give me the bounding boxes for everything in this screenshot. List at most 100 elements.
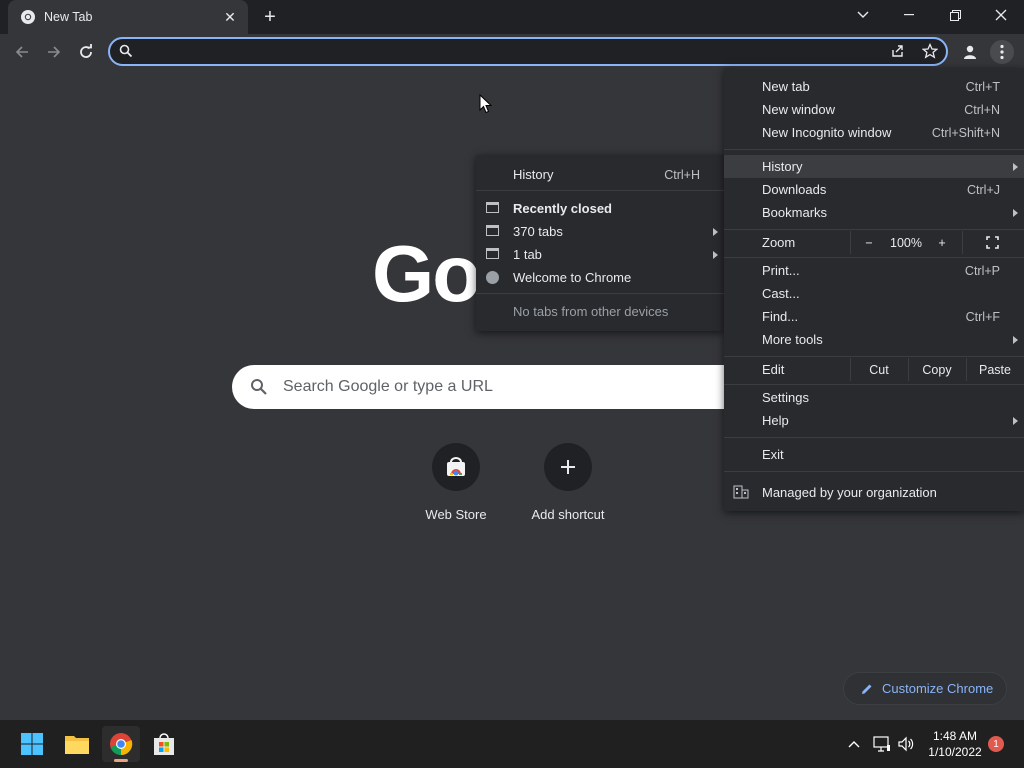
menu-item-bookmarks[interactable]: Bookmarks <box>724 201 1024 224</box>
submenu-arrow-icon <box>1013 416 1018 425</box>
minimize-icon <box>904 14 914 16</box>
menu-separator <box>724 437 1024 438</box>
menu-separator <box>476 293 724 294</box>
minimize-button[interactable] <box>886 0 932 30</box>
history-item-welcome[interactable]: Welcome to Chrome <box>476 266 724 289</box>
menu-separator <box>724 356 1024 357</box>
menu-item-find[interactable]: Find... Ctrl+F <box>724 305 1024 328</box>
show-hidden-icons-button[interactable] <box>844 720 864 768</box>
history-recently-closed-header: Recently closed <box>476 197 724 220</box>
profile-icon <box>964 45 976 59</box>
menu-item-managed[interactable]: Managed by your organization <box>724 481 1024 504</box>
windows-taskbar: 1:48 AM 1/10/2022 <box>0 720 1024 768</box>
restore-icon <box>949 9 961 21</box>
reload-icon <box>80 44 92 58</box>
menu-item-new-window[interactable]: New window Ctrl+N <box>724 98 1024 121</box>
menu-item-cast[interactable]: Cast... <box>724 282 1024 305</box>
restore-button[interactable] <box>932 0 978 30</box>
menu-item-settings[interactable]: Settings <box>724 386 1024 409</box>
reload-button[interactable] <box>74 40 98 64</box>
menu-separator <box>724 384 1024 385</box>
web-store-icon <box>432 443 480 491</box>
network-icon[interactable] <box>872 720 892 768</box>
customize-label: Customize Chrome <box>882 681 994 696</box>
pencil-icon <box>862 684 872 694</box>
menu-item-new-tab[interactable]: New tab Ctrl+T <box>724 75 1024 98</box>
toolbar <box>0 34 1024 70</box>
active-indicator <box>114 759 128 762</box>
tab-search-button[interactable] <box>840 0 886 30</box>
clock-time: 1:48 AM <box>932 729 978 743</box>
window-icon <box>486 248 499 259</box>
store-icon <box>154 733 174 755</box>
zoom-in-button[interactable]: + <box>930 231 954 254</box>
forward-button[interactable] <box>42 40 66 64</box>
submenu-arrow-icon <box>713 227 718 236</box>
history-item-370-tabs[interactable]: 370 tabs <box>476 220 724 243</box>
shortcut-web-store[interactable]: Web Store <box>406 443 506 522</box>
chrome-icon <box>20 9 36 25</box>
mouse-cursor-icon <box>479 93 493 117</box>
cut-button[interactable]: Cut <box>851 358 907 381</box>
clock-date: 1/10/2022 <box>928 745 982 759</box>
menu-item-exit[interactable]: Exit <box>724 443 1024 466</box>
new-tab-button[interactable]: + <box>258 5 282 29</box>
history-item-1-tab[interactable]: 1 tab <box>476 243 724 266</box>
history-item-history[interactable]: History Ctrl+H <box>476 163 724 186</box>
taskbar-clock[interactable]: 1:48 AM 1/10/2022 <box>920 728 990 760</box>
menu-separator <box>724 257 1024 258</box>
taskbar-file-explorer[interactable] <box>58 726 96 762</box>
menu-item-history[interactable]: History <box>724 155 1024 178</box>
search-icon <box>250 378 268 399</box>
address-bar[interactable] <box>108 37 948 66</box>
taskbar-chrome[interactable] <box>102 726 140 762</box>
history-no-tabs-other-devices: No tabs from other devices <box>513 304 669 319</box>
tab-new-tab[interactable]: New Tab ✕ <box>8 0 248 34</box>
shortcut-label: Web Store <box>425 507 487 522</box>
window-icon <box>486 225 499 236</box>
submenu-arrow-icon <box>1013 335 1018 344</box>
search-icon <box>119 44 133 61</box>
taskbar-microsoft-store[interactable] <box>145 726 183 762</box>
chevron-up-icon <box>848 741 860 748</box>
menu-separator <box>724 229 1024 230</box>
zoom-out-button[interactable]: − <box>856 231 882 254</box>
tab-title: New Tab <box>44 10 93 24</box>
folder-icon <box>65 736 89 754</box>
bookmark-star-icon[interactable] <box>921 42 939 62</box>
volume-icon[interactable] <box>896 720 916 768</box>
chrome-menu-button[interactable] <box>990 40 1014 64</box>
google-logo: Go <box>372 229 481 318</box>
chevron-down-icon <box>857 11 869 18</box>
close-window-button[interactable] <box>978 0 1024 30</box>
shortcut-add[interactable]: Add shortcut <box>518 443 618 522</box>
forward-arrow-icon <box>48 46 61 58</box>
notification-badge[interactable]: 1 <box>988 736 1004 752</box>
copy-button[interactable]: Copy <box>909 358 965 381</box>
submenu-arrow-icon <box>1013 162 1018 171</box>
history-submenu: History Ctrl+H Recently closed 370 tabs … <box>476 155 724 331</box>
menu-item-print[interactable]: Print... Ctrl+P <box>724 259 1024 282</box>
title-bar: New Tab ✕ + <box>0 0 1024 34</box>
close-icon <box>995 9 1007 21</box>
shortcut-label: Add shortcut <box>531 507 605 522</box>
menu-item-help[interactable]: Help <box>724 409 1024 432</box>
profile-button[interactable] <box>958 40 982 64</box>
menu-item-more-tools[interactable]: More tools <box>724 328 1024 351</box>
back-button[interactable] <box>10 40 34 64</box>
back-arrow-icon <box>15 46 28 58</box>
share-icon[interactable] <box>890 43 906 62</box>
start-button[interactable] <box>13 726 51 762</box>
menu-item-new-incognito[interactable]: New Incognito window Ctrl+Shift+N <box>724 121 1024 144</box>
zoom-level: 100% <box>890 235 922 250</box>
ntp-search-box[interactable]: Search Google or type a URL <box>232 365 792 409</box>
menu-item-downloads[interactable]: Downloads Ctrl+J <box>724 178 1024 201</box>
address-input[interactable] <box>144 42 874 62</box>
tab-close-icon[interactable]: ✕ <box>222 9 238 25</box>
paste-button[interactable]: Paste <box>967 358 1023 381</box>
plus-icon <box>544 443 592 491</box>
fullscreen-icon[interactable] <box>980 231 1004 254</box>
customize-chrome-button[interactable]: Customize Chrome <box>843 672 1007 705</box>
ntp-search-placeholder: Search Google or type a URL <box>283 378 493 395</box>
menu-separator <box>724 149 1024 150</box>
